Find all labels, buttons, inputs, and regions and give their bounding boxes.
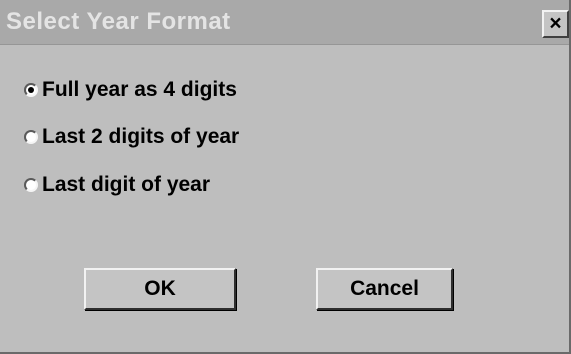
cancel-button[interactable]: Cancel [316,268,453,310]
window-title: Select Year Format [6,8,231,35]
radio-button-icon[interactable] [24,178,38,192]
radio-option-last-2-digits[interactable]: Last 2 digits of year [24,122,239,152]
radio-option-full-year[interactable]: Full year as 4 digits [24,75,237,105]
radio-option-last-digit[interactable]: Last digit of year [24,170,210,200]
ok-button[interactable]: OK [84,268,236,310]
cancel-button-label: Cancel [350,277,419,300]
title-bar[interactable]: Select Year Format × [0,0,569,45]
radio-button-icon[interactable] [24,130,38,144]
option-label: Full year as 4 digits [42,78,237,101]
radio-button-selected-icon[interactable] [24,83,38,97]
select-year-format-dialog: Select Year Format × Full year as 4 digi… [0,0,571,354]
option-label: Last 2 digits of year [42,125,240,148]
option-label: Last digit of year [42,173,211,196]
close-icon: × [549,12,562,35]
close-button[interactable]: × [542,10,569,38]
ok-button-label: OK [144,277,176,300]
